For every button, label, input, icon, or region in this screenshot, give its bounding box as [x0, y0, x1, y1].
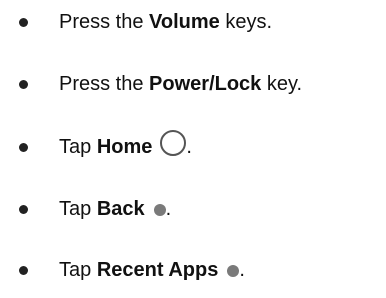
item-text-prefix: Press the: [59, 11, 150, 33]
item-text: Tap Recent Apps.: [59, 258, 245, 282]
volume-keys-label: Volume: [149, 11, 220, 33]
back-dot-icon: [153, 204, 166, 216]
list-item-back: Tap Back.: [0, 189, 386, 229]
item-text-suffix: .: [186, 136, 192, 158]
item-text-prefix: Tap: [59, 198, 97, 220]
item-text-suffix: .: [165, 198, 172, 220]
item-text-suffix: keys.: [219, 11, 273, 33]
bullet-icon: [19, 79, 28, 89]
recent-apps-dot-icon: [227, 265, 240, 277]
power-lock-key-label: Power/Lock: [149, 73, 262, 95]
item-text: Tap Back.: [59, 197, 171, 221]
item-text-prefix: Tap: [59, 136, 97, 158]
home-label: Home: [96, 136, 153, 158]
bullet-icon: [19, 204, 28, 214]
list-item-home: Tap Home.: [0, 127, 386, 167]
item-text: Press the Volume keys.: [59, 10, 272, 34]
recent-apps-label: Recent Apps: [96, 259, 219, 281]
item-text-prefix: Tap: [59, 259, 97, 281]
item-text: Tap Home.: [59, 130, 192, 160]
list-item-power-lock: Press the Power/Lock key.: [0, 64, 386, 104]
bullet-icon: [19, 142, 28, 152]
list-item-volume: Press the Volume keys.: [0, 2, 386, 42]
item-text-suffix: key.: [261, 73, 303, 95]
bullet-icon: [19, 265, 28, 275]
back-label: Back: [96, 198, 145, 220]
item-text-suffix: .: [239, 259, 245, 281]
bullet-icon: [19, 17, 28, 27]
home-circle-icon: [160, 130, 187, 156]
item-text-prefix: Press the: [59, 73, 150, 95]
list-item-recent-apps: Tap Recent Apps.: [0, 250, 386, 290]
instruction-list: Press the Volume keys. Press the Power/L…: [0, 0, 386, 298]
item-text: Press the Power/Lock key.: [59, 72, 302, 96]
